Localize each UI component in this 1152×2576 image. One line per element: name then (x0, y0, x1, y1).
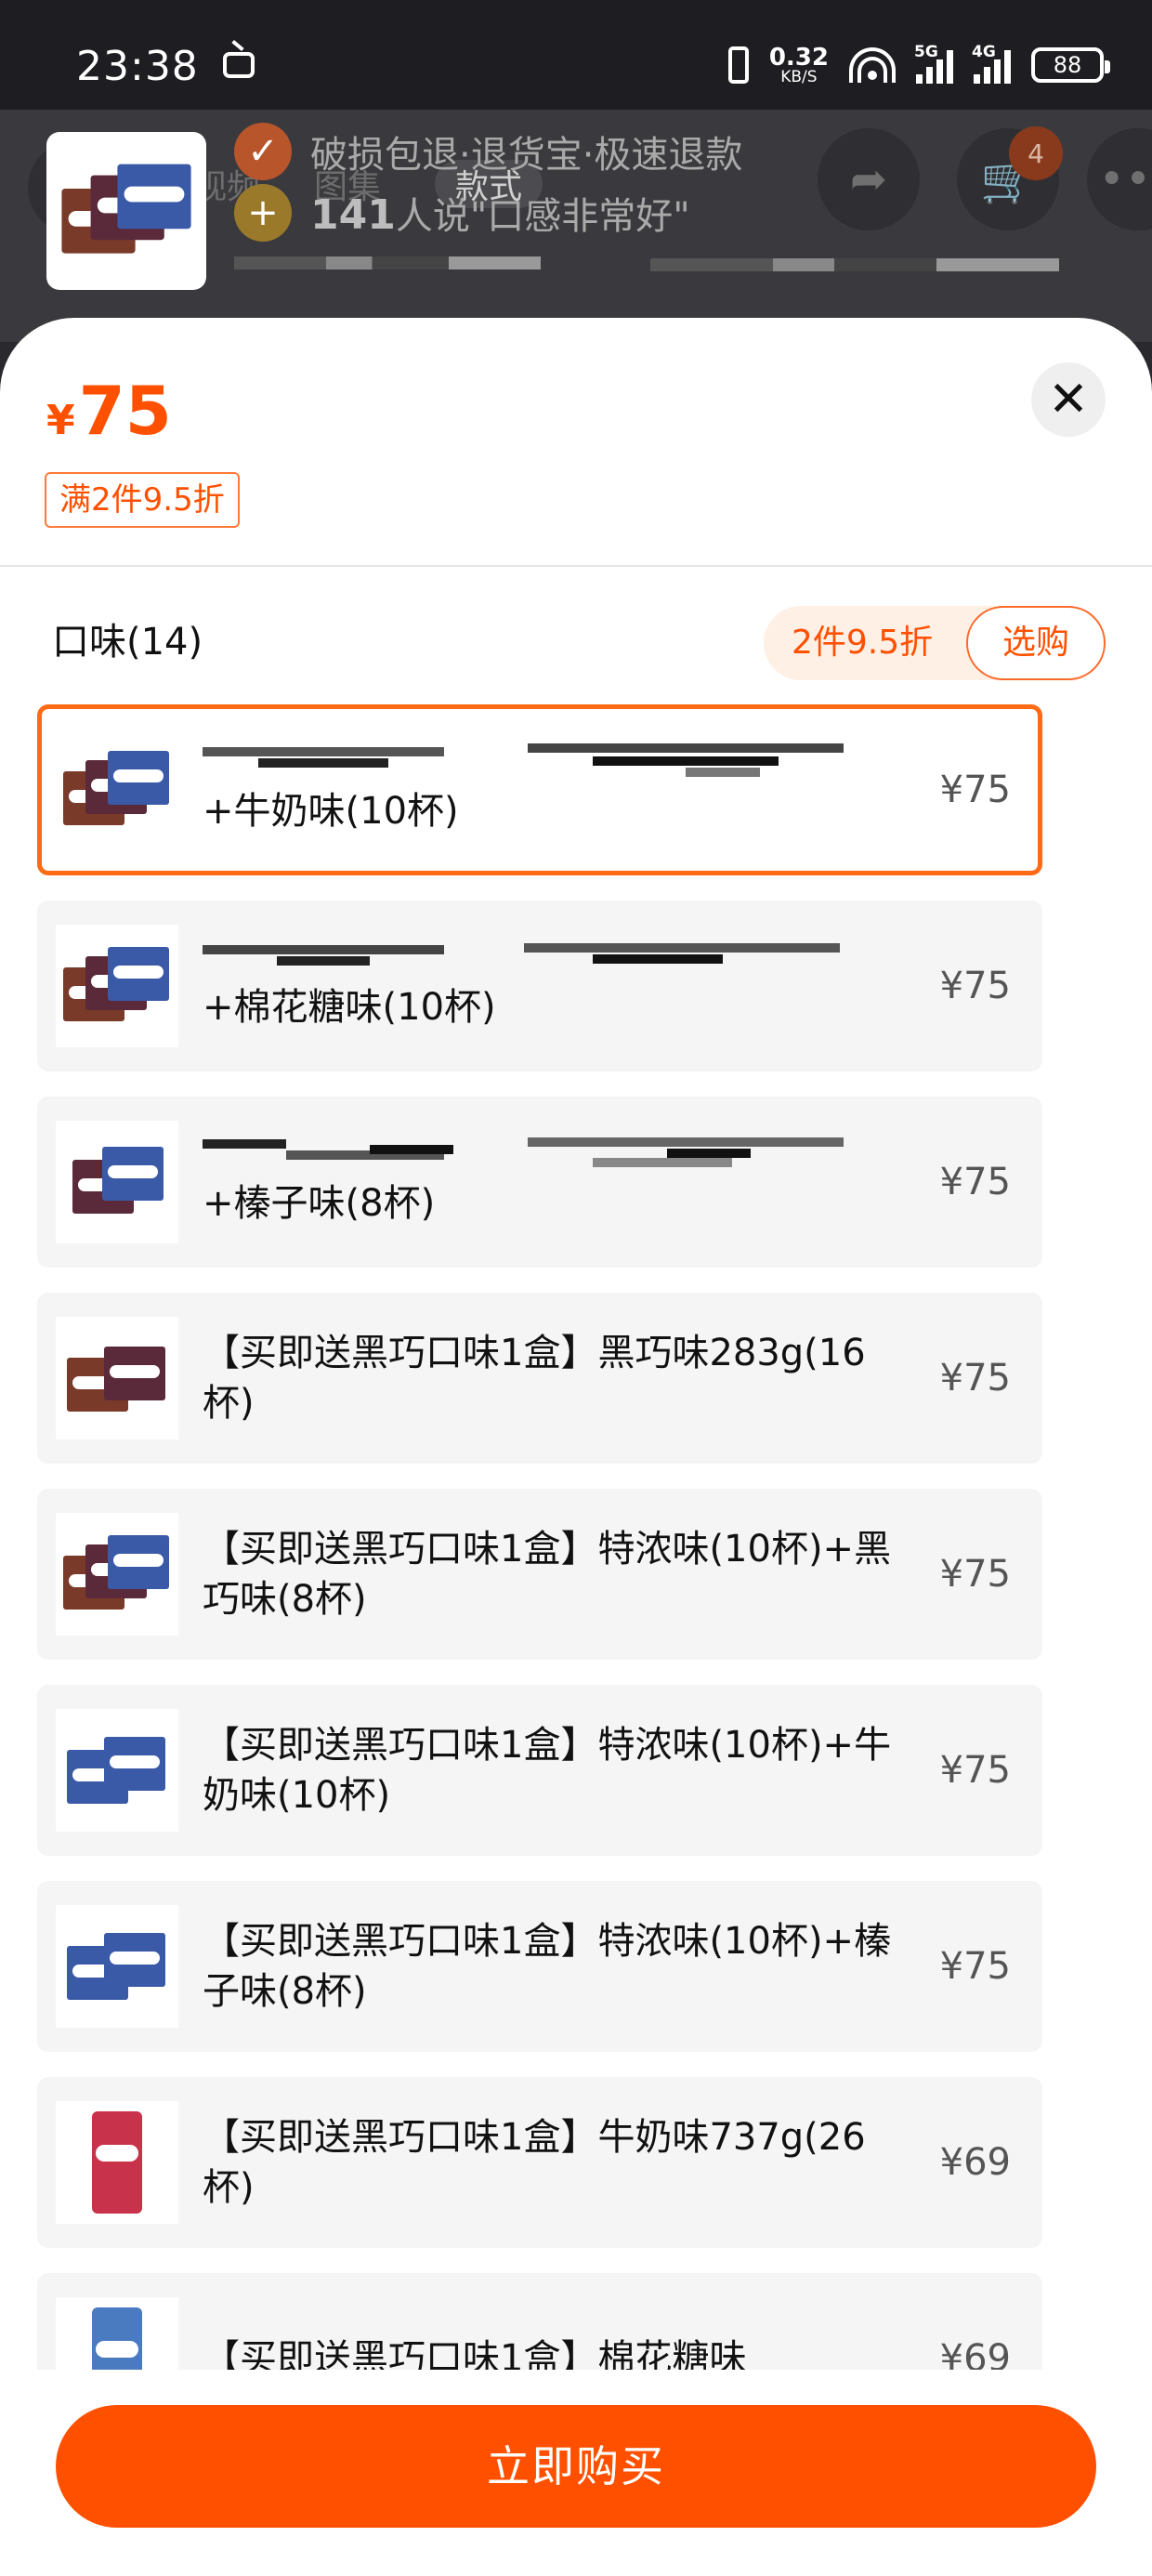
close-icon: ✕ (1048, 372, 1089, 427)
cart-icon: 🛒 4 (957, 126, 1063, 230)
option-price: ¥75 (939, 1945, 1011, 1988)
option-label-text: 【买即送黑巧口味1盒】特浓味(10杯)+黑巧味(8杯) (203, 1528, 892, 1621)
redacted-text (203, 940, 909, 975)
net-speed-unit: KB/S (780, 67, 818, 86)
option-price: ¥69 (939, 2337, 1011, 2370)
redacted-text (203, 1136, 909, 1171)
option-image (56, 2101, 178, 2224)
review-count: 141 (310, 191, 396, 239)
option-label-text: 【买即送黑巧口味1盒】棉花糖味 (203, 2337, 747, 2370)
flavor-options-list[interactable]: +牛奶味(10杯) ¥75 +棉花糖味(10杯) ¥75 +榛子味(8杯) ¥7… (37, 704, 1042, 2370)
tv-icon (223, 52, 255, 78)
option-label: +棉花糖味(10杯) (203, 940, 909, 1032)
option-image (56, 729, 178, 851)
option-price: ¥75 (939, 1357, 1011, 1400)
option-label-text: 【买即送黑巧口味1盒】黑巧味283g(16杯) (203, 1332, 866, 1425)
option-label-text: 【买即送黑巧口味1盒】特浓味(10杯)+榛子味(8杯) (203, 1920, 892, 2013)
guarantee-text: 破损包退·退货宝·极速退款 (310, 134, 743, 177)
option-price: ¥75 (939, 1553, 1011, 1596)
option-image (56, 2297, 178, 2370)
signal-5g-label: 5G (914, 43, 938, 61)
flavor-option[interactable]: 【买即送黑巧口味1盒】棉花糖味 ¥69 (37, 2273, 1042, 2370)
redacted-text (234, 256, 541, 269)
option-label-text: 【买即送黑巧口味1盒】牛奶味737g(26杯) (203, 2116, 866, 2209)
option-price: ¥75 (939, 769, 1011, 811)
flavor-option[interactable]: 【买即送黑巧口味1盒】黑巧味283g(16杯) ¥75 (37, 1293, 1042, 1464)
share-icon: ➦ (818, 128, 920, 230)
review-text: 人说"口感非常好" (395, 195, 690, 238)
flavor-option[interactable]: 【买即送黑巧口味1盒】特浓味(10杯)+榛子味(8杯) ¥75 (37, 1881, 1042, 2052)
option-image (56, 1513, 178, 1636)
guarantee-notice: ✓ 破损包退·退货宝·极速退款 (234, 123, 742, 180)
option-price: ¥75 (939, 1161, 1011, 1203)
status-icons: 0.32 KB/S 5G 4G 88 (727, 41, 1110, 89)
more-icon: ••• (1087, 128, 1152, 230)
flavor-option[interactable]: 【买即送黑巧口味1盒】牛奶味737g(26杯) ¥69 (37, 2077, 1042, 2248)
shield-check-icon: ✓ (234, 123, 292, 180)
net-speed: 0.32 KB/S (769, 46, 829, 85)
close-button[interactable]: ✕ (1031, 362, 1106, 437)
price-amount: 75 (78, 372, 172, 450)
option-price: ¥69 (939, 2141, 1011, 2184)
option-image (56, 1709, 178, 1832)
signal-4g-icon: 4G (972, 43, 1011, 84)
battery-icon: 88 (1031, 47, 1110, 83)
currency-symbol: ¥ (46, 397, 75, 444)
option-price: ¥75 (939, 1749, 1011, 1792)
sku-selection-sheet: ¥ 75 满2件9.5折 ✕ 口味(14) 2件9.5折 选购 +牛奶味(10杯… (0, 318, 1152, 2576)
flavor-option[interactable]: +棉花糖味(10杯) ¥75 (37, 900, 1042, 1071)
discount-tag: 满2件9.5折 (45, 472, 240, 528)
option-image (56, 1905, 178, 2028)
cart-count-badge: 4 (1009, 126, 1063, 180)
product-thumbnail (46, 132, 206, 290)
option-label-text: 【买即送黑巧口味1盒】特浓味(10杯)+牛奶味(10杯) (203, 1724, 892, 1817)
option-label: +牛奶味(10杯) (203, 743, 909, 836)
promo-select-button[interactable]: 选购 (966, 606, 1106, 680)
redacted-text (203, 743, 909, 779)
signal-5g-icon: 5G (914, 43, 953, 84)
battery-level: 88 (1053, 52, 1082, 78)
promo-pill: 2件9.5折 选购 (764, 606, 1106, 680)
redacted-text (650, 258, 1059, 271)
flavor-option[interactable]: +牛奶味(10杯) ¥75 (37, 704, 1042, 875)
promo-text: 2件9.5折 (792, 624, 934, 662)
vibrate-icon (727, 46, 749, 84)
status-bar: 23:38 0.32 KB/S 5G 4G 88 (0, 0, 1152, 110)
flavor-option[interactable]: +榛子味(8杯) ¥75 (37, 1097, 1042, 1268)
option-label-text: +榛子味(8杯) (203, 1182, 436, 1225)
signal-4g-label: 4G (972, 43, 996, 61)
flavor-section-title: 口味(14) (52, 621, 203, 664)
option-image (56, 925, 178, 1047)
option-label-text: +棉花糖味(10杯) (203, 986, 496, 1029)
net-speed-value: 0.32 (768, 43, 829, 72)
wifi-icon (849, 47, 896, 83)
buy-now-button[interactable]: 立即购买 (56, 2405, 1096, 2528)
option-label-text: +牛奶味(10杯) (203, 790, 459, 833)
option-image (56, 1317, 178, 1439)
flavor-option[interactable]: 【买即送黑巧口味1盒】特浓味(10杯)+牛奶味(10杯) ¥75 (37, 1685, 1042, 1856)
status-time: 23:38 (76, 43, 199, 90)
review-notice: + 141人说"口感非常好" (234, 184, 690, 242)
divider (0, 565, 1152, 567)
flavor-option[interactable]: 【买即送黑巧口味1盒】特浓味(10杯)+黑巧味(8杯) ¥75 (37, 1489, 1042, 1660)
plus-icon: + (234, 184, 292, 242)
background-page-header: 视频 图集 款式 ➦ 🛒 4 ••• ✓ 破损包退·退货宝·极速退款 + 141… (0, 110, 1152, 342)
selected-price: ¥ 75 (46, 372, 172, 450)
option-image (56, 1121, 178, 1243)
option-label: +榛子味(8杯) (203, 1136, 909, 1229)
option-price: ¥75 (939, 965, 1011, 1007)
